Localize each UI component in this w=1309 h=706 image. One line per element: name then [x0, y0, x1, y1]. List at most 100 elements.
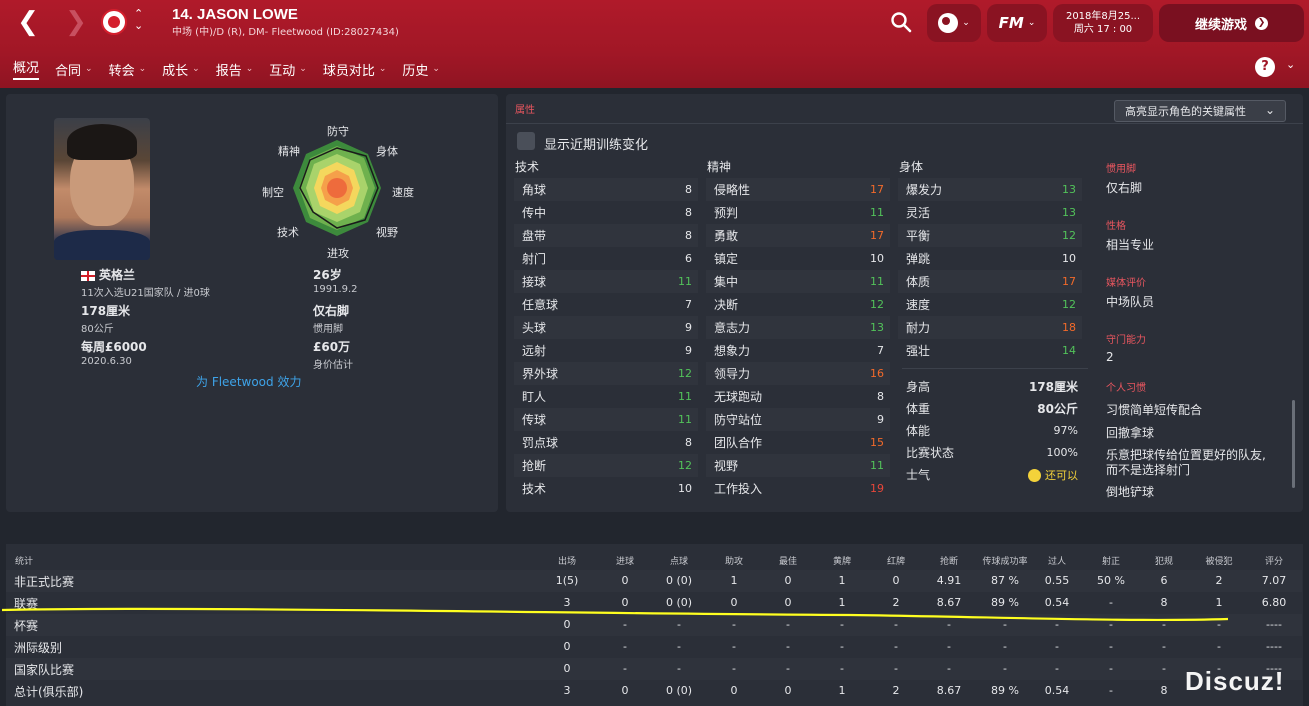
stats-column-header[interactable]: 抢断	[919, 554, 979, 567]
attribute-row[interactable]: 想象力 7	[706, 339, 890, 362]
attribute-row[interactable]: 侵略性 17	[706, 178, 890, 201]
stats-column-header[interactable]: 评分	[1244, 554, 1304, 567]
attribute-row[interactable]: 平衡 12	[898, 224, 1082, 247]
stats-title: 统计	[15, 557, 34, 567]
england-flag-icon	[81, 270, 95, 281]
stats-row[interactable]: 非正式比赛 1(5) 0 0 (0) 1 0 1 0 4.91 87 % 0.55 50 % 6 2 7.0…	[6, 570, 1302, 592]
attribute-value: 11	[678, 413, 692, 426]
attribute-row[interactable]: 传中 8	[514, 201, 698, 224]
attribute-row[interactable]: 弹跳 10	[898, 247, 1082, 270]
personality-header: 性格	[1106, 221, 1126, 232]
stats-row[interactable]: 总计(俱乐部) 3 0 0 (0) 0 0 1 2 8.67 89 % 0.54 - 8	[6, 680, 1302, 702]
attribute-row[interactable]: 盯人 11	[514, 385, 698, 408]
stats-column-header[interactable]: 点球	[649, 554, 709, 567]
stats-column-header[interactable]: 出场	[537, 554, 597, 567]
attribute-row[interactable]: 爆发力 13	[898, 178, 1082, 201]
attribute-row[interactable]: 头球 9	[514, 316, 698, 339]
attribute-row[interactable]: 领导力 16	[706, 362, 890, 385]
preferred-foot-label: 惯用脚	[313, 324, 343, 335]
stats-column-header[interactable]: 进球	[595, 554, 655, 567]
attribute-value: 17	[1062, 275, 1076, 288]
stats-cell: -	[623, 662, 627, 675]
attribute-value: 10	[870, 252, 884, 265]
chevron-down-icon[interactable]: ⌄	[1286, 58, 1295, 71]
attribute-row[interactable]: 罚点球 8	[514, 431, 698, 454]
attribute-row[interactable]: 界外球 12	[514, 362, 698, 385]
stats-row[interactable]: 国家队比赛 0- - - - - - - - - - - - ----	[6, 658, 1302, 680]
player-name-title: 14. JASON LOWE	[172, 6, 298, 23]
stats-column-header[interactable]: 红牌	[866, 554, 926, 567]
attribute-row[interactable]: 射门 6	[514, 247, 698, 270]
stats-column-header[interactable]: 过人	[1027, 554, 1087, 567]
plays-for-link[interactable]: 为 Fleetwood 效力	[196, 373, 301, 390]
attribute-row[interactable]: 远射 9	[514, 339, 698, 362]
info-value: 80公斤	[1037, 402, 1078, 416]
tab-transfer[interactable]: 转会 ⌄	[109, 58, 147, 80]
attribute-row[interactable]: 防守站位 9	[706, 408, 890, 431]
attribute-row[interactable]: 团队合作 15	[706, 431, 890, 454]
forward-arrow-icon[interactable]: ❯	[62, 8, 90, 36]
stats-column-header[interactable]: 助攻	[704, 554, 764, 567]
attribute-row[interactable]: 速度 12	[898, 293, 1082, 316]
tab-compare[interactable]: 球员对比 ⌄	[323, 58, 387, 80]
attribute-row[interactable]: 接球 11	[514, 270, 698, 293]
attribute-row[interactable]: 盘带 8	[514, 224, 698, 247]
attribute-value: 8	[877, 390, 884, 403]
stats-column-header[interactable]: 被侵犯	[1189, 554, 1249, 567]
attribute-row[interactable]: 抢断 12	[514, 454, 698, 477]
mental-header: 精神	[707, 160, 732, 174]
tab-development[interactable]: 成长 ⌄	[162, 58, 200, 80]
continue-game-button[interactable]: 继续游戏 ❯	[1159, 4, 1304, 42]
stats-cell: 2	[892, 684, 900, 697]
attribute-row[interactable]: 体质 17	[898, 270, 1082, 293]
tab-contract[interactable]: 合同 ⌄	[55, 58, 93, 80]
attribute-value: 12	[678, 367, 692, 380]
attribute-row[interactable]: 技术 10	[514, 477, 698, 500]
attribute-row[interactable]: 镇定 10	[706, 247, 890, 270]
attribute-row[interactable]: 无球跑动 8	[706, 385, 890, 408]
highlight-role-label: 高亮显示角色的关键属性	[1125, 105, 1246, 118]
attribute-row[interactable]: 角球 8	[514, 178, 698, 201]
tab-history[interactable]: 历史 ⌄	[402, 58, 440, 80]
stats-column-header[interactable]: 最佳	[758, 554, 818, 567]
traits-scrollbar[interactable]	[1292, 400, 1295, 488]
fm-menu-button[interactable]: FM ⌄	[987, 4, 1047, 42]
nation-row: 英格兰	[81, 266, 135, 283]
attribute-row[interactable]: 工作投入 19	[706, 477, 890, 500]
attribute-row[interactable]: 意志力 13	[706, 316, 890, 339]
attribute-row[interactable]: 集中 11	[706, 270, 890, 293]
stats-column-header[interactable]: 传球成功率	[975, 554, 1035, 567]
attribute-name: 体质	[906, 275, 931, 289]
attribute-name: 抢断	[522, 459, 547, 473]
training-changes-checkbox[interactable]	[517, 132, 535, 150]
attribute-row[interactable]: 视野 11	[706, 454, 890, 477]
player-switch-icon[interactable]: ⌃ ⌄	[134, 8, 143, 32]
media-header: 媒体评价	[1106, 278, 1146, 289]
stats-cell: ----	[1266, 640, 1282, 653]
trait-item: 倒地铲球	[1106, 485, 1155, 499]
back-arrow-icon[interactable]: ❮	[14, 8, 42, 36]
attribute-row[interactable]: 任意球 7	[514, 293, 698, 316]
tab-interaction[interactable]: 互动 ⌄	[269, 58, 307, 80]
attribute-row[interactable]: 传球 11	[514, 408, 698, 431]
attribute-row[interactable]: 勇敢 17	[706, 224, 890, 247]
stats-column-header[interactable]: 犯规	[1134, 554, 1194, 567]
attribute-row[interactable]: 决断 12	[706, 293, 890, 316]
stats-column-header[interactable]: 黄牌	[812, 554, 872, 567]
search-icon[interactable]	[889, 10, 913, 34]
attribute-name: 射门	[522, 252, 547, 266]
date-button[interactable]: 2018年8月25... 周六 17 : 00	[1053, 4, 1153, 42]
attribute-value: 13	[870, 321, 884, 334]
world-menu-button[interactable]: ⌄	[927, 4, 981, 42]
help-icon[interactable]: ?	[1255, 57, 1275, 77]
stats-column-header[interactable]: 射正	[1081, 554, 1141, 567]
tab-overview[interactable]: 概况	[13, 58, 40, 80]
attribute-row[interactable]: 灵活 13	[898, 201, 1082, 224]
club-crest-icon[interactable]	[101, 9, 127, 35]
stats-row[interactable]: 洲际级别 0- - - - - - - - - - - - ----	[6, 636, 1302, 658]
attribute-row[interactable]: 强壮 14	[898, 339, 1082, 362]
attribute-row[interactable]: 耐力 18	[898, 316, 1082, 339]
attribute-row[interactable]: 预判 11	[706, 201, 890, 224]
highlight-role-dropdown[interactable]: 高亮显示角色的关键属性 ⌄	[1114, 100, 1286, 122]
tab-reports[interactable]: 报告 ⌄	[216, 58, 254, 80]
